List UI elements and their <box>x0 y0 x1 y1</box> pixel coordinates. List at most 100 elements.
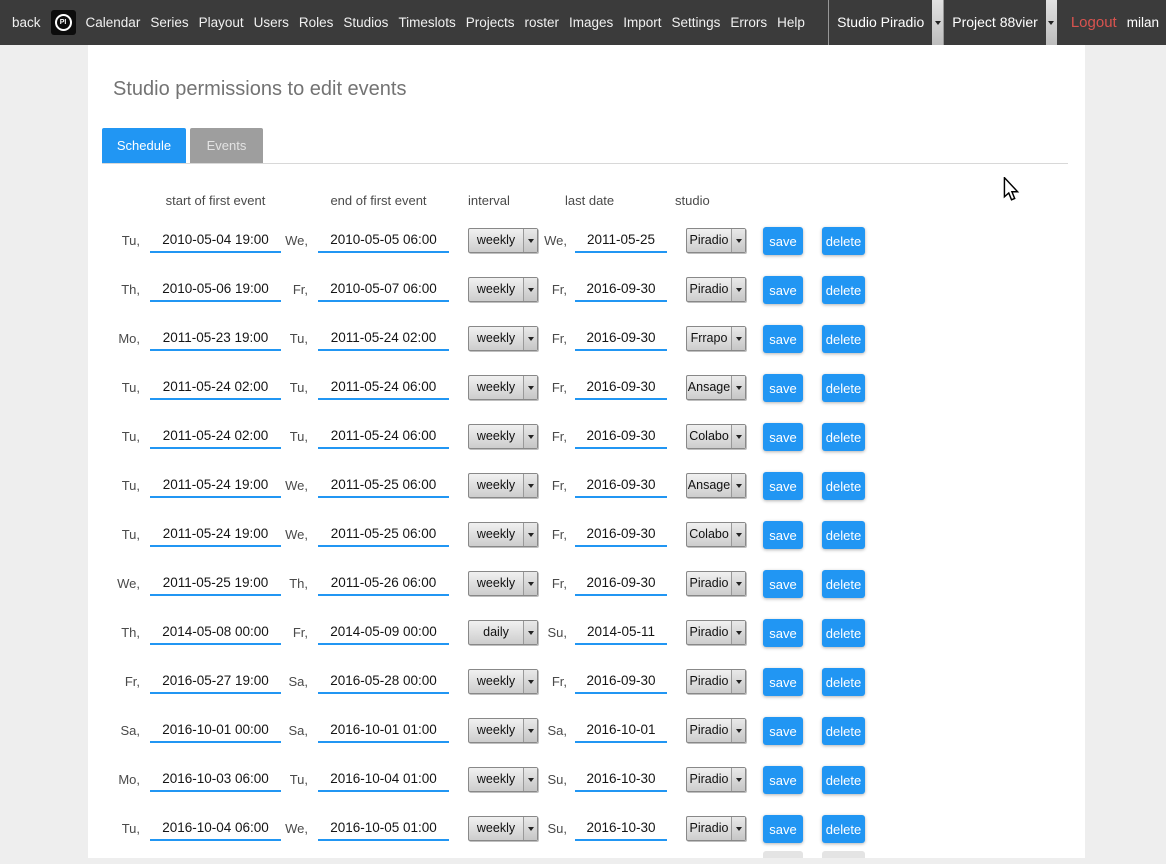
studio-row-select[interactable]: Piradio <box>686 718 746 743</box>
interval-select[interactable]: weekly <box>468 228 538 253</box>
save-button[interactable]: save <box>763 619 803 647</box>
start-datetime-input[interactable] <box>150 815 281 841</box>
delete-button[interactable]: delete <box>822 227 865 255</box>
tab-schedule[interactable]: Schedule <box>102 128 186 164</box>
interval-select[interactable]: weekly <box>468 571 538 596</box>
tab-events[interactable]: Events <box>190 128 263 164</box>
save-button[interactable]: save <box>763 374 803 402</box>
end-datetime-input[interactable] <box>318 423 449 449</box>
interval-select[interactable]: weekly <box>468 669 538 694</box>
end-datetime-input[interactable] <box>318 766 449 792</box>
save-button[interactable]: save <box>763 815 803 843</box>
save-button[interactable]: save <box>763 325 803 353</box>
app-logo-icon[interactable]: PI <box>51 10 76 35</box>
start-datetime-input[interactable] <box>150 766 281 792</box>
interval-select[interactable]: daily <box>468 620 538 645</box>
last-date-input[interactable] <box>575 374 667 400</box>
last-date-input[interactable] <box>575 815 667 841</box>
save-button[interactable]: save <box>763 276 803 304</box>
start-datetime-input[interactable] <box>150 423 281 449</box>
logout-link[interactable]: Logout <box>1071 14 1117 31</box>
save-button[interactable]: save <box>763 668 803 696</box>
studio-row-select[interactable]: Piradio <box>686 767 746 792</box>
end-datetime-input[interactable] <box>318 374 449 400</box>
last-date-input[interactable] <box>575 423 667 449</box>
last-date-input[interactable] <box>575 227 667 253</box>
start-datetime-input[interactable] <box>150 227 281 253</box>
start-datetime-input[interactable] <box>150 325 281 351</box>
studio-row-select[interactable]: Frrapo <box>686 326 746 351</box>
end-datetime-input[interactable] <box>318 668 449 694</box>
nav-menu-item[interactable]: Series <box>150 15 188 30</box>
nav-menu-item[interactable]: Playout <box>199 15 244 30</box>
delete-button[interactable]: delete <box>822 472 865 500</box>
nav-menu-item[interactable]: Calendar <box>86 15 141 30</box>
delete-button[interactable]: delete <box>822 325 865 353</box>
delete-button[interactable]: delete <box>822 374 865 402</box>
studio-row-select[interactable]: Ansage <box>686 375 746 400</box>
interval-select[interactable]: weekly <box>468 473 538 498</box>
end-datetime-input[interactable] <box>318 227 449 253</box>
end-datetime-input[interactable] <box>318 325 449 351</box>
studio-row-select[interactable]: Ansage <box>686 473 746 498</box>
nav-menu-item[interactable]: Settings <box>672 15 721 30</box>
start-datetime-input[interactable] <box>150 276 281 302</box>
studio-row-select[interactable]: Piradio <box>686 669 746 694</box>
last-date-input[interactable] <box>575 570 667 596</box>
nav-menu-item[interactable]: Import <box>623 15 661 30</box>
end-datetime-input[interactable] <box>318 619 449 645</box>
last-date-input[interactable] <box>575 521 667 547</box>
last-date-input[interactable] <box>575 276 667 302</box>
save-button[interactable]: save <box>763 717 803 745</box>
delete-button[interactable]: delete <box>822 570 865 598</box>
nav-menu-item[interactable]: Help <box>777 15 805 30</box>
save-button[interactable]: save <box>763 472 803 500</box>
delete-button[interactable]: delete <box>822 276 865 304</box>
save-button[interactable]: save <box>763 423 803 451</box>
delete-button[interactable]: delete <box>822 423 865 451</box>
delete-button[interactable]: delete <box>822 668 865 696</box>
nav-menu-item[interactable]: Images <box>569 15 613 30</box>
interval-select[interactable]: weekly <box>468 277 538 302</box>
studio-row-select[interactable]: Colabo <box>686 424 746 449</box>
save-button[interactable]: save <box>763 227 803 255</box>
last-date-input[interactable] <box>575 668 667 694</box>
last-date-input[interactable] <box>575 325 667 351</box>
nav-menu-item[interactable]: Studios <box>343 15 388 30</box>
end-datetime-input[interactable] <box>318 276 449 302</box>
nav-menu-item[interactable]: Projects <box>466 15 515 30</box>
studio-row-select[interactable]: Piradio <box>686 228 746 253</box>
project-select[interactable]: Project 88vier <box>943 0 1057 45</box>
start-datetime-input[interactable] <box>150 570 281 596</box>
nav-menu-item[interactable]: Users <box>254 15 289 30</box>
start-datetime-input[interactable] <box>150 668 281 694</box>
studio-row-select[interactable]: Piradio <box>686 571 746 596</box>
last-date-input[interactable] <box>575 472 667 498</box>
interval-select[interactable]: weekly <box>468 816 538 841</box>
start-datetime-input[interactable] <box>150 374 281 400</box>
end-datetime-input[interactable] <box>318 472 449 498</box>
start-datetime-input[interactable] <box>150 521 281 547</box>
interval-select[interactable]: weekly <box>468 424 538 449</box>
studio-select[interactable]: Studio Piradio <box>828 0 943 45</box>
start-datetime-input[interactable] <box>150 619 281 645</box>
delete-button[interactable]: delete <box>822 619 865 647</box>
interval-select[interactable]: weekly <box>468 718 538 743</box>
delete-button[interactable]: delete <box>822 766 865 794</box>
delete-button[interactable]: delete <box>822 521 865 549</box>
studio-row-select[interactable]: Piradio <box>686 277 746 302</box>
delete-button[interactable]: delete <box>822 717 865 745</box>
last-date-input[interactable] <box>575 766 667 792</box>
save-button[interactable]: save <box>763 766 803 794</box>
studio-row-select[interactable]: Piradio <box>686 816 746 841</box>
nav-menu-item[interactable]: Timeslots <box>398 15 455 30</box>
end-datetime-input[interactable] <box>318 570 449 596</box>
nav-menu-item[interactable]: Roles <box>299 15 334 30</box>
start-datetime-input[interactable] <box>150 717 281 743</box>
studio-row-select[interactable]: Piradio <box>686 620 746 645</box>
interval-select[interactable]: weekly <box>468 522 538 547</box>
end-datetime-input[interactable] <box>318 521 449 547</box>
nav-back-link[interactable]: back <box>12 15 41 30</box>
delete-button[interactable]: delete <box>822 815 865 843</box>
end-datetime-input[interactable] <box>318 717 449 743</box>
